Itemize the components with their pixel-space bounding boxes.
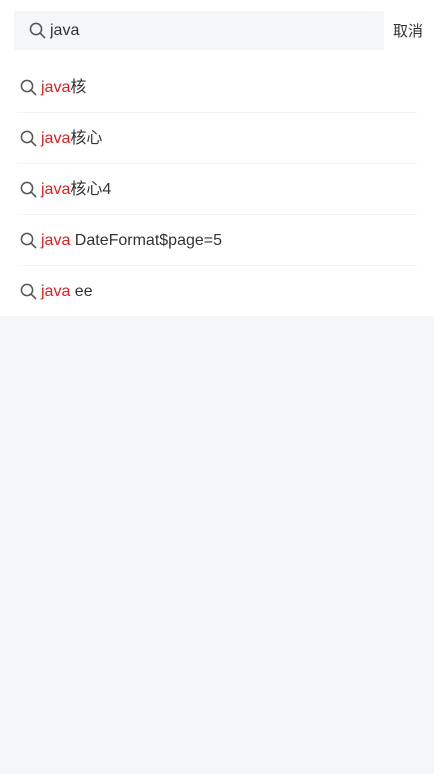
- search-icon: [20, 130, 37, 147]
- suggestion-text: java核心4: [41, 180, 111, 199]
- suggestion-item[interactable]: java核: [17, 62, 417, 113]
- suggestion-rest: ee: [70, 283, 93, 300]
- suggestion-list: java核 java核心 java核心4 java DateFormat$pag…: [0, 62, 434, 317]
- search-bar[interactable]: [14, 11, 384, 50]
- suggestion-text: java核心: [41, 129, 102, 148]
- suggestion-rest: 核心4: [70, 181, 112, 198]
- suggestion-item[interactable]: java核心: [17, 113, 417, 164]
- suggestion-item[interactable]: java核心4: [17, 164, 417, 215]
- suggestion-rest: DateFormat$page=5: [70, 232, 223, 249]
- suggestion-text: java核: [41, 78, 86, 97]
- suggestion-rest: 核心: [70, 130, 103, 147]
- suggestion-rest: 核: [70, 79, 87, 96]
- suggestion-text: java DateFormat$page=5: [41, 231, 222, 250]
- suggestion-keyword: java: [41, 130, 71, 147]
- suggestion-text: java ee: [41, 282, 93, 301]
- search-panel: 取消 java核 java核心 java核心4: [0, 0, 434, 316]
- cancel-button[interactable]: 取消: [393, 20, 423, 41]
- search-icon: [20, 283, 37, 300]
- search-icon: [20, 181, 37, 198]
- search-input[interactable]: [50, 11, 370, 50]
- search-icon: [20, 232, 37, 249]
- suggestion-item[interactable]: java DateFormat$page=5: [17, 215, 417, 266]
- suggestion-keyword: java: [41, 181, 71, 198]
- suggestion-keyword: java: [41, 232, 71, 249]
- search-icon: [20, 79, 37, 96]
- suggestion-keyword: java: [41, 283, 71, 300]
- search-icon: [29, 22, 46, 39]
- suggestion-item[interactable]: java ee: [17, 266, 417, 317]
- suggestion-keyword: java: [41, 79, 71, 96]
